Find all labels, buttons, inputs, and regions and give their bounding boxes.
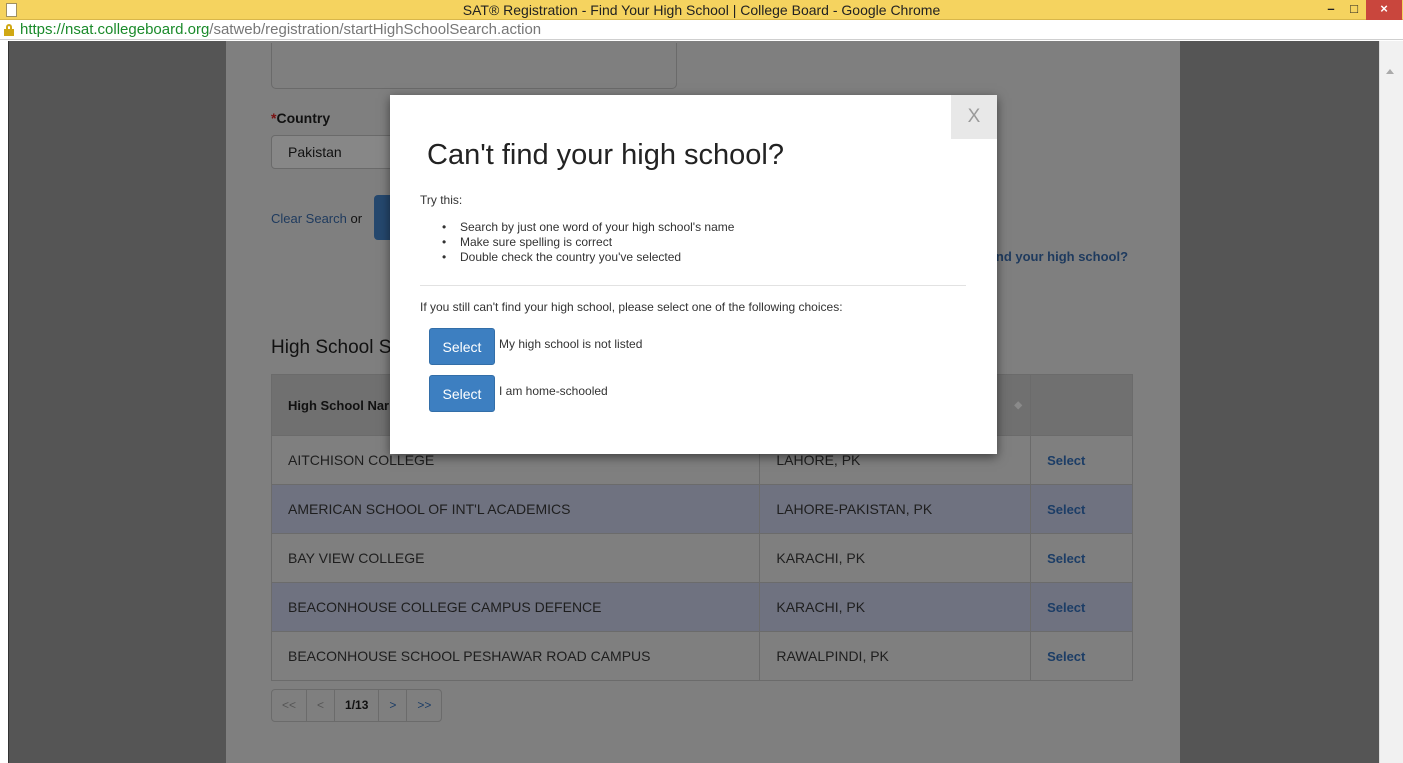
list-item: Double check the country you've selected: [442, 250, 734, 265]
tips-list: Search by just one word of your high sch…: [442, 220, 734, 265]
select-home-schooled-button[interactable]: Select: [429, 375, 495, 412]
select-school-link[interactable]: Select: [1030, 533, 1133, 583]
lock-icon: [4, 24, 14, 36]
select-school-link[interactable]: Select: [1030, 484, 1133, 534]
list-item: Search by just one word of your high sch…: [442, 220, 734, 235]
last-page-button[interactable]: >>: [407, 690, 441, 721]
school-location: KARACHI, PK: [759, 533, 1032, 583]
clear-search-link[interactable]: Clear Search: [271, 211, 347, 226]
sort-icon[interactable]: ◆: [1014, 400, 1022, 411]
country-select[interactable]: Pakistan: [271, 135, 401, 169]
column-header-action: [1030, 374, 1133, 436]
url-host: https://nsat.collegeboard.org: [20, 21, 210, 38]
school-name: BEACONHOUSE COLLEGE CAMPUS DEFENCE: [270, 582, 761, 632]
choice-home-schooled: Select I am home-schooled: [429, 375, 608, 412]
select-school-link[interactable]: Select: [1030, 582, 1133, 632]
instruction-text: If you still can't find your high school…: [420, 300, 843, 314]
prev-page-button[interactable]: <: [307, 690, 336, 721]
page-indicator: 1/13: [335, 690, 380, 721]
minimize-button[interactable]: –: [1320, 0, 1342, 20]
or-text: or: [346, 211, 363, 226]
first-page-button[interactable]: <<: [272, 690, 308, 721]
school-location: LAHORE-PAKISTAN, PK: [759, 484, 1032, 534]
next-page-button[interactable]: >: [379, 690, 408, 721]
cant-find-high-school-link[interactable]: t find your high school?: [980, 249, 1128, 264]
school-name: BAY VIEW COLLEGE: [270, 533, 761, 583]
table-row: BEACONHOUSE COLLEGE CAMPUS DEFENCE KARAC…: [270, 582, 1133, 632]
maximize-button[interactable]: □: [1342, 0, 1366, 20]
results-heading: High School Se: [271, 337, 402, 358]
url-path: /satweb/registration/startHighSchoolSear…: [209, 21, 542, 38]
table-row: BEACONHOUSE SCHOOL PESHAWAR ROAD CAMPUS …: [270, 631, 1133, 681]
scroll-up-arrow-icon[interactable]: [1386, 69, 1394, 74]
window-left-border: [0, 41, 8, 763]
school-name: BEACONHOUSE SCHOOL PESHAWAR ROAD CAMPUS: [270, 631, 761, 681]
choice-label: I am home-schooled: [499, 384, 608, 398]
try-this-text: Try this:: [420, 193, 463, 207]
address-bar[interactable]: https://nsat.collegeboard.org/satweb/reg…: [0, 20, 1403, 40]
close-window-button[interactable]: ×: [1366, 0, 1402, 20]
table-row: BAY VIEW COLLEGE KARACHI, PK Select: [270, 533, 1133, 583]
vertical-scrollbar[interactable]: [1379, 41, 1403, 763]
dialog-title: Can't find your high school?: [427, 139, 784, 171]
list-item: Make sure spelling is correct: [442, 235, 734, 250]
select-school-link[interactable]: Select: [1030, 435, 1133, 485]
school-name: AMERICAN SCHOOL OF INT'L ACADEMICS: [270, 484, 761, 534]
choice-label: My high school is not listed: [499, 337, 643, 351]
select-not-listed-button[interactable]: Select: [429, 328, 495, 365]
pagination: << < 1/13 > >>: [271, 689, 443, 722]
window-titlebar: SAT® Registration - Find Your High Schoo…: [0, 0, 1403, 20]
dialog-close-button[interactable]: X: [951, 95, 997, 139]
country-label: *Country: [271, 110, 331, 126]
select-school-link[interactable]: Select: [1030, 631, 1133, 681]
divider: [420, 285, 966, 286]
cant-find-school-dialog: X Can't find your high school? Try this:…: [390, 95, 997, 454]
school-location: RAWALPINDI, PK: [759, 631, 1032, 681]
choice-not-listed: Select My high school is not listed: [429, 328, 642, 365]
clear-search-row: Clear Search or: [271, 211, 362, 226]
table-row: AMERICAN SCHOOL OF INT'L ACADEMICS LAHOR…: [270, 484, 1133, 534]
window-title: SAT® Registration - Find Your High Schoo…: [462, 2, 941, 18]
school-location: KARACHI, PK: [759, 582, 1032, 632]
name-input-field[interactable]: [271, 43, 677, 89]
